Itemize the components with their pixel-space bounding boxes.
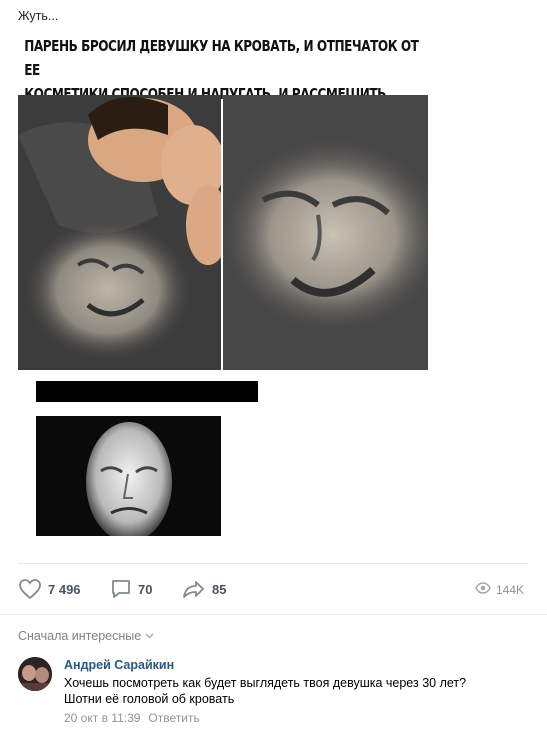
- comments-sort-dropdown[interactable]: Сначала интересные: [18, 629, 154, 643]
- like-count: 7 496: [48, 581, 81, 597]
- meme-photos: [18, 95, 428, 370]
- comment-author[interactable]: Андрей Сарайкин: [64, 658, 524, 672]
- post-text: Жуть...: [18, 9, 59, 23]
- meme-caption-line-1: ПАРЕНЬ БРОСИЛ ДЕВУШКУ НА КРОВАТЬ, И ОТПЕ…: [24, 37, 419, 79]
- makeup-print-closeup-photo: [223, 95, 428, 370]
- redacted-bar: [36, 381, 258, 402]
- avatar[interactable]: [18, 657, 52, 691]
- share-button[interactable]: 85: [182, 578, 226, 600]
- comment-button[interactable]: 70: [110, 578, 152, 600]
- comment-text: Хочешь посмотреть как будет выглядеть тв…: [64, 675, 524, 707]
- eye-icon: [475, 582, 491, 597]
- girl-on-bed-photo: [18, 95, 221, 370]
- comment-meta: 20 окт в 11:39 Ответить: [64, 711, 524, 725]
- chevron-down-icon: [145, 631, 154, 641]
- comment-icon: [110, 578, 132, 600]
- sort-label: Сначала интересные: [18, 629, 142, 643]
- divider: [0, 614, 547, 615]
- mask-photo[interactable]: [36, 416, 221, 536]
- like-button[interactable]: 7 496: [18, 578, 81, 600]
- views-counter: 144K: [475, 582, 524, 597]
- post-actions: 7 496 70 85 144K: [18, 578, 530, 602]
- divider: [18, 563, 528, 564]
- meme-image[interactable]: ПАРЕНЬ БРОСИЛ ДЕВУШКУ НА КРОВАТЬ, И ОТПЕ…: [18, 34, 428, 370]
- share-arrow-icon: [182, 578, 206, 600]
- heart-icon: [18, 578, 42, 600]
- views-count: 144K: [495, 582, 524, 597]
- share-count: 85: [212, 581, 227, 597]
- reply-link[interactable]: Ответить: [148, 711, 199, 725]
- comment-body: Андрей Сарайкин Хочешь посмотреть как бу…: [64, 658, 524, 725]
- comment-text-line-2: Шотни её головой об кровать: [64, 692, 235, 706]
- comment-count: 70: [138, 581, 153, 597]
- comment-date[interactable]: 20 окт в 11:39: [64, 711, 140, 725]
- comment-text-line-1: Хочешь посмотреть как будет выглядеть тв…: [64, 676, 467, 690]
